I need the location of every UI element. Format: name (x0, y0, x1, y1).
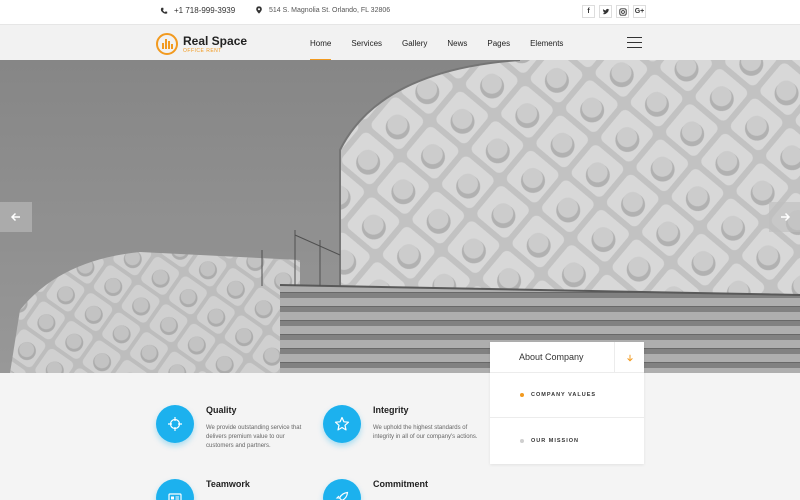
arrow-left-icon (10, 212, 20, 222)
bullet-dot-icon (520, 438, 524, 443)
feature-description: We uphold the highest standards of integ… (373, 425, 478, 440)
feature-icon (156, 479, 194, 500)
features-section: Quality We provide outstanding service t… (0, 373, 800, 500)
feature-integrity: Integrity We uphold the highest standard… (323, 405, 478, 443)
building-logo-icon (156, 33, 178, 55)
about-item-label: Company Values (531, 392, 597, 398)
phone-contact[interactable]: +1 718-999-3939 (160, 6, 235, 15)
instagram-icon[interactable] (616, 5, 629, 18)
about-item-company-values[interactable]: Company Values (490, 373, 644, 418)
nav-item-home[interactable]: Home (300, 25, 341, 61)
about-company-title: About Company (519, 352, 584, 362)
brand-name: Real Space (183, 33, 248, 48)
feature-icon (156, 405, 194, 443)
feature-title: Quality (206, 405, 237, 415)
nav-menu: Home Services Gallery News Pages Element… (300, 25, 573, 61)
nav-item-pages[interactable]: Pages (477, 25, 520, 61)
feature-title: Commitment (373, 479, 429, 489)
feature-icon (323, 479, 361, 500)
feature-title: Integrity (373, 405, 409, 415)
feature-title: Teamwork (206, 479, 250, 489)
bullet-dot-icon (520, 393, 524, 397)
phone-icon (160, 7, 168, 14)
brand-logo[interactable]: Real Space Office Rent (156, 33, 247, 55)
slider-prev-button[interactable] (0, 202, 32, 232)
top-bar: +1 718-999-3939 514 S. Magnolia St. Orla… (0, 0, 800, 24)
about-company-header[interactable]: About Company (490, 342, 644, 373)
phone-number: +1 718-999-3939 (174, 6, 236, 15)
location-pin-icon (256, 6, 262, 14)
social-links: f G+ (582, 5, 646, 18)
feature-icon (323, 405, 361, 443)
hero-slider (0, 60, 800, 373)
slider-next-button[interactable] (769, 202, 800, 232)
feature-description: We provide outstanding service that deli… (206, 425, 302, 449)
nav-item-elements[interactable]: Elements (520, 25, 573, 61)
arrow-right-icon (781, 212, 791, 222)
brand-tagline: Office Rent (183, 47, 222, 54)
facebook-icon[interactable]: f (582, 5, 595, 18)
address-text: 514 S. Magnolia St. Orlando, FL 32806 (269, 6, 391, 14)
address-contact: 514 S. Magnolia St. Orlando, FL 32806 (255, 6, 390, 14)
hamburger-menu-icon[interactable] (627, 37, 642, 48)
feature-commitment: Commitment (323, 479, 428, 500)
feature-quality: Quality We provide outstanding service t… (156, 405, 311, 451)
about-item-our-mission[interactable]: Our Mission (490, 418, 644, 463)
id-card-icon (168, 493, 182, 500)
about-item-label: Our Mission (531, 437, 579, 444)
star-icon (334, 416, 350, 431)
target-icon (168, 417, 182, 431)
about-company-panel: About Company Company Values Our Mission (490, 342, 644, 464)
arrow-down-icon[interactable] (614, 342, 644, 373)
main-navbar: Real Space Office Rent Home Services Gal… (0, 24, 800, 61)
nav-item-gallery[interactable]: Gallery (392, 25, 437, 61)
hero-building-image (0, 60, 800, 373)
nav-item-services[interactable]: Services (341, 25, 392, 61)
nav-item-news[interactable]: News (437, 25, 477, 61)
rocket-icon (335, 491, 349, 500)
twitter-icon[interactable] (599, 5, 612, 18)
feature-teamwork: Teamwork (156, 479, 250, 500)
google-plus-icon[interactable]: G+ (633, 5, 646, 18)
